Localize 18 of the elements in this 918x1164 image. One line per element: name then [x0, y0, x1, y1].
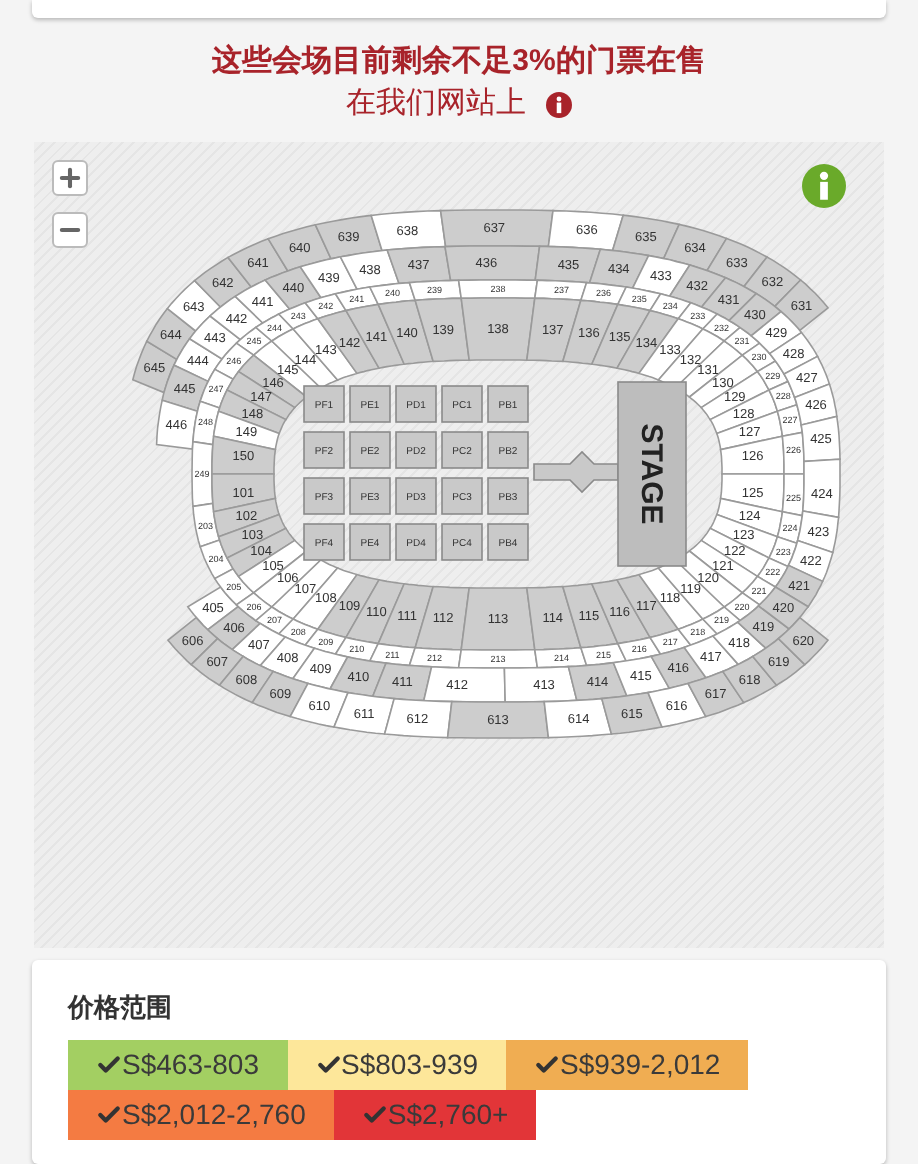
info-icon[interactable]	[546, 91, 572, 117]
check-icon	[96, 1101, 122, 1127]
zoom-out-button[interactable]	[52, 212, 88, 248]
catwalk	[533, 450, 619, 494]
notice-title: 这些会场目前剩余不足3%的门票在售	[212, 42, 706, 82]
price-filter[interactable]: S$939-2,012	[506, 1039, 749, 1089]
check-icon	[96, 1051, 122, 1077]
price-filter[interactable]: S$803-939	[287, 1039, 507, 1089]
check-icon	[534, 1051, 561, 1077]
notice-subtitle: 在我们网站上	[346, 84, 526, 124]
legend-title: 价格范围	[68, 990, 174, 1026]
check-icon	[315, 1051, 342, 1077]
price-filter[interactable]: S$2,012-2,760	[68, 1089, 334, 1139]
stage: STAGE	[617, 381, 687, 567]
price-filter[interactable]: S$463-803	[68, 1039, 288, 1089]
zoom-in-button[interactable]	[52, 160, 88, 196]
check-icon	[361, 1101, 388, 1127]
plus-icon	[56, 164, 84, 192]
